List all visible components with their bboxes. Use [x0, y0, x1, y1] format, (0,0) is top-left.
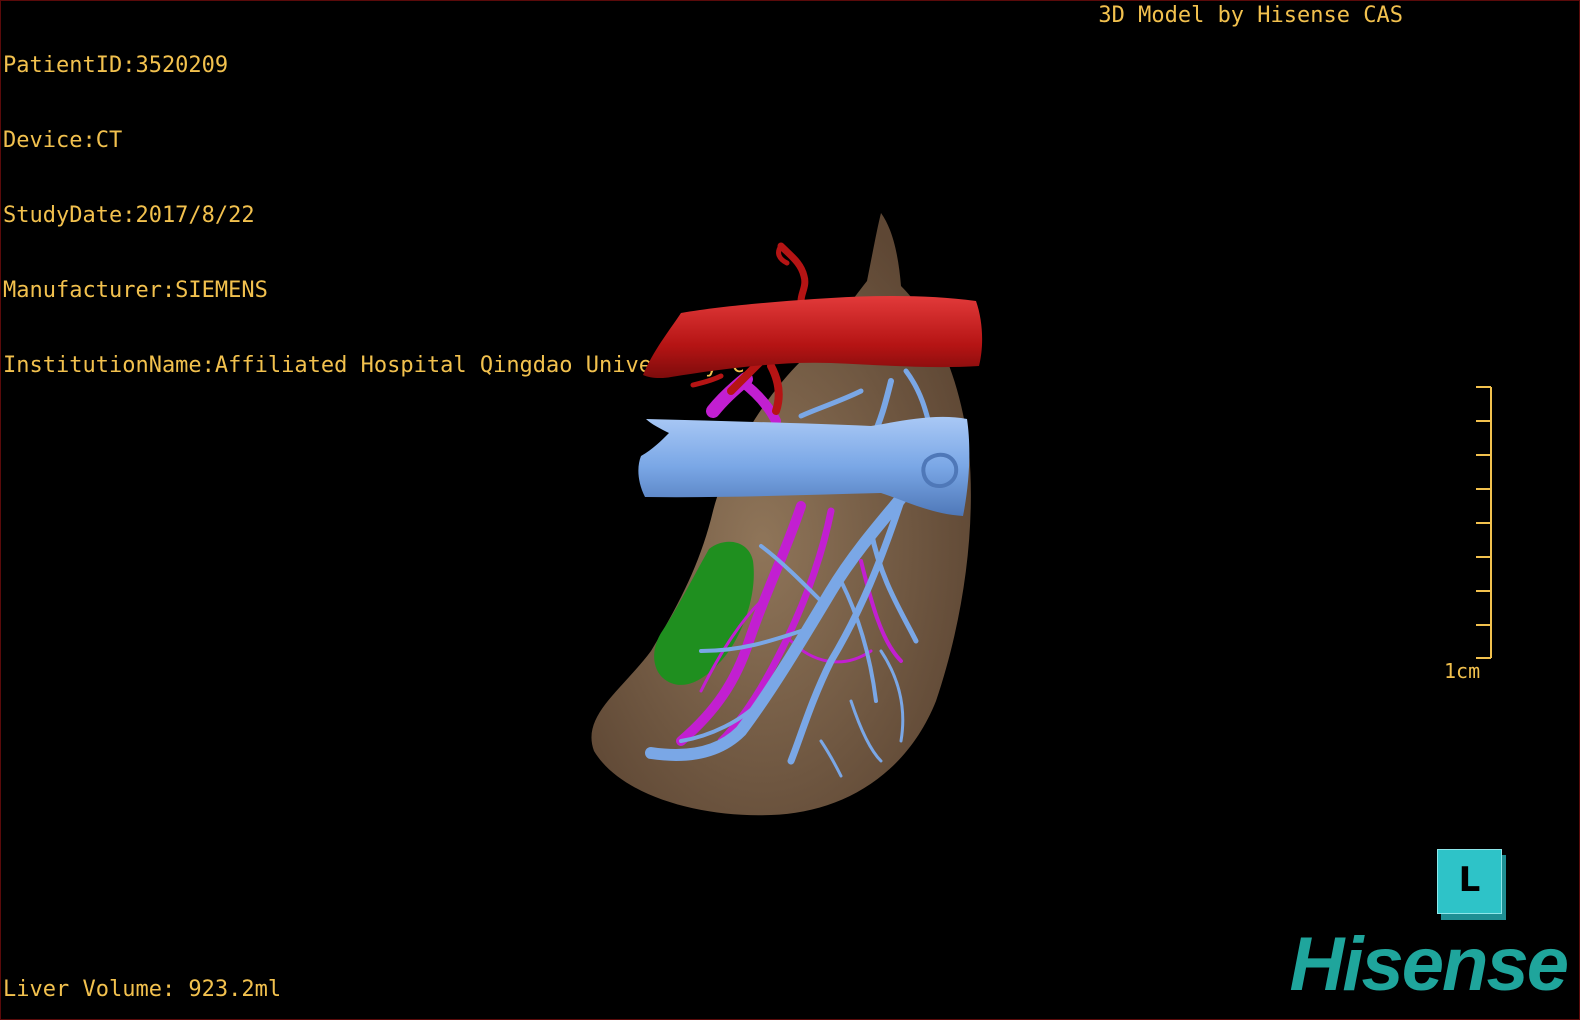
orientation-cube-face: L	[1458, 860, 1481, 900]
hisense-logo: Hisense	[1289, 922, 1569, 1007]
liver-volume: Liver Volume: 923.2ml	[3, 977, 282, 1002]
scale-label: 1cm	[1444, 659, 1481, 683]
orientation-cube[interactable]: L	[1437, 849, 1502, 914]
3d-viewport[interactable]: PatientID:3520209 Device:CT StudyDate:20…	[0, 0, 1580, 1020]
liver-3d-model[interactable]	[1, 1, 1580, 1020]
scale-bar	[1476, 386, 1492, 659]
